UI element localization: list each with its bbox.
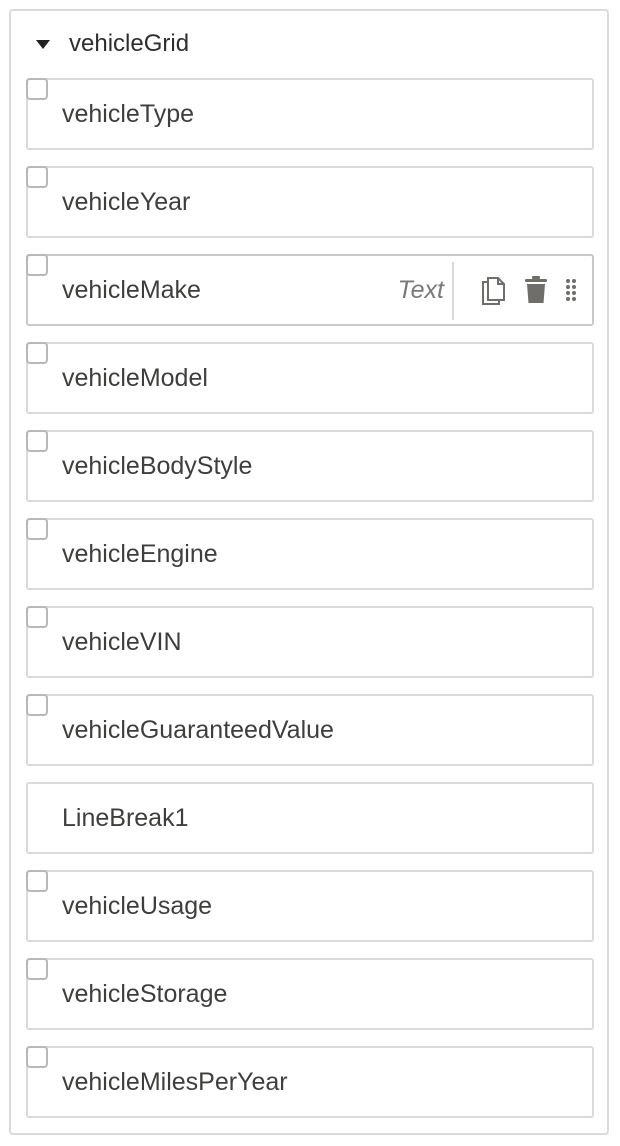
field-row[interactable]: vehicleBodyStyle [26,430,594,502]
field-label: vehicleMilesPerYear [62,1068,288,1096]
actions-divider [452,262,454,320]
field-row[interactable]: vehicleModel [26,342,594,414]
field-label: vehicleModel [62,364,208,392]
field-checkbox[interactable] [26,342,48,364]
field-row[interactable]: vehicleYear [26,166,594,238]
field-checkbox[interactable] [26,694,48,716]
field-checkbox[interactable] [26,518,48,540]
field-label: vehicleGuaranteedValue [62,716,334,744]
field-row[interactable]: vehicleMilesPerYear [26,1046,594,1118]
trash-icon[interactable] [524,275,548,305]
field-checkbox[interactable] [26,870,48,892]
drag-handle-icon[interactable] [564,277,578,303]
field-checkbox[interactable] [26,254,48,276]
field-label: vehicleBodyStyle [62,452,253,480]
field-row-linebreak[interactable]: LineBreak1 [26,782,594,854]
field-label: vehicleYear [62,188,191,216]
field-row[interactable]: vehicleGuaranteedValue [26,694,594,766]
field-checkbox[interactable] [26,1046,48,1068]
group-header[interactable]: vehicleGrid [22,28,189,60]
field-row[interactable]: vehicleVIN [26,606,594,678]
caret-down-icon[interactable] [36,39,50,49]
field-checkbox[interactable] [26,606,48,628]
field-label: vehicleEngine [62,540,218,568]
field-checkbox[interactable] [26,166,48,188]
field-label: vehicleStorage [62,980,228,1008]
field-checkbox[interactable] [26,78,48,100]
field-list: vehicleType vehicleYear vehicleMake Text [26,78,594,1134]
field-actions [480,270,578,310]
field-row[interactable]: vehicleEngine [26,518,594,590]
field-checkbox[interactable] [26,430,48,452]
field-type-label: Text [397,276,444,304]
field-row-selected[interactable]: vehicleMake Text [26,254,594,326]
field-label: vehicleVIN [62,628,182,656]
field-checkbox[interactable] [26,958,48,980]
field-label: vehicleType [62,100,195,128]
group-title: vehicleGrid [69,30,190,57]
field-label: LineBreak1 [62,804,189,832]
field-row[interactable]: vehicleType [26,78,594,150]
field-label: vehicleUsage [62,892,213,920]
field-row[interactable]: vehicleStorage [26,958,594,1030]
field-row[interactable]: vehicleUsage [26,870,594,942]
field-label: vehicleMake [62,276,201,304]
copy-icon[interactable] [480,274,508,306]
